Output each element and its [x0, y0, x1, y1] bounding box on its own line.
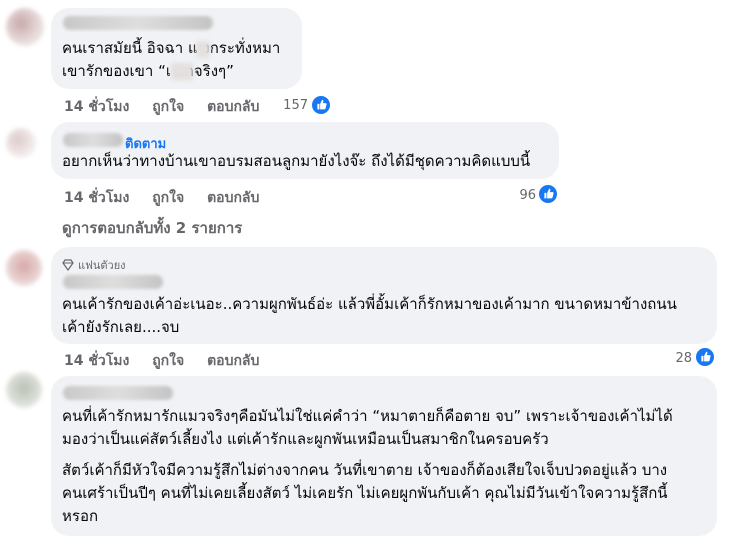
- redaction: [196, 41, 210, 58]
- reaction-count[interactable]: 157: [274, 98, 308, 113]
- like-link[interactable]: ถูกใจ: [152, 353, 184, 369]
- view-all-replies-link[interactable]: ดูการตอบกลับทั้ง 2 รายการ: [62, 216, 242, 240]
- comment-text: หรอก: [62, 507, 99, 525]
- like-reaction-icon[interactable]: [537, 183, 559, 205]
- reply-link[interactable]: ตอบกลับ: [207, 190, 259, 206]
- avatar[interactable]: [6, 372, 42, 408]
- top-fan-badge: แฟนตัวยง: [78, 259, 126, 272]
- commenter-name[interactable]: [63, 133, 123, 147]
- comment-time[interactable]: 14 ชั่วโมง: [64, 353, 129, 369]
- comment-text: คนเราสมัยนี้ อิจฉา แ งกระทั่งหมา: [62, 39, 281, 57]
- comment-bubble: [51, 376, 717, 536]
- avatar[interactable]: [6, 128, 36, 158]
- comment-time[interactable]: 14 ชั่วโมง: [64, 190, 129, 206]
- comment-text: คนเศร้าเป็นปีๆ คนที่ไม่เคยเลี้ยงสัตว์ ไม…: [62, 484, 668, 502]
- like-reaction-icon[interactable]: [310, 94, 332, 116]
- avatar[interactable]: [6, 8, 44, 46]
- reaction-count[interactable]: 28: [658, 351, 692, 366]
- comment-text: อยากเห็นว่าทางบ้านเขาอบรมสอนลูกมายังไงจ๊…: [62, 152, 531, 170]
- comment-actions: 14 ชั่วโมง ถูกใจ ตอบกลับ: [64, 350, 277, 372]
- comment-text: เค้ายังรักเลย....จบ: [62, 318, 180, 336]
- commenter-name[interactable]: [63, 16, 213, 30]
- like-link[interactable]: ถูกใจ: [152, 190, 184, 206]
- comment-text: เขารักของเขา “เ อกจริงๆ”: [62, 62, 234, 80]
- comment-actions: 14 ชั่วโมง ถูกใจ ตอบกลับ: [64, 187, 277, 209]
- avatar[interactable]: [6, 250, 42, 286]
- comment-time[interactable]: 14 ชั่วโมง: [64, 99, 129, 115]
- like-reaction-icon[interactable]: [694, 346, 716, 368]
- comment-text: มองว่าเป็นแค่สัตว์เลี้ยงไง แต่เค้ารักและ…: [62, 430, 549, 448]
- reply-link[interactable]: ตอบกลับ: [207, 99, 259, 115]
- redaction: [171, 63, 193, 80]
- reply-link[interactable]: ตอบกลับ: [207, 353, 259, 369]
- reaction-count[interactable]: 96: [502, 188, 536, 203]
- like-link[interactable]: ถูกใจ: [152, 99, 184, 115]
- comment-text: คนเค้ารักของเค้าอ่ะเนอะ..ความผูกพันธ์อ่ะ…: [62, 295, 677, 313]
- comment-actions: 14 ชั่วโมง ถูกใจ ตอบกลับ: [64, 96, 277, 118]
- commenter-name[interactable]: [63, 386, 173, 400]
- comment-text: สัตว์เค้าก็มีหัวใจมีความรู้สึกไม่ต่างจาก…: [62, 461, 668, 479]
- diamond-icon: [62, 256, 74, 272]
- commenter-name[interactable]: [63, 275, 163, 289]
- comment-text: คนที่เค้ารักหมารักแมวจริงๆคือมันไม่ใช่แค…: [62, 407, 673, 425]
